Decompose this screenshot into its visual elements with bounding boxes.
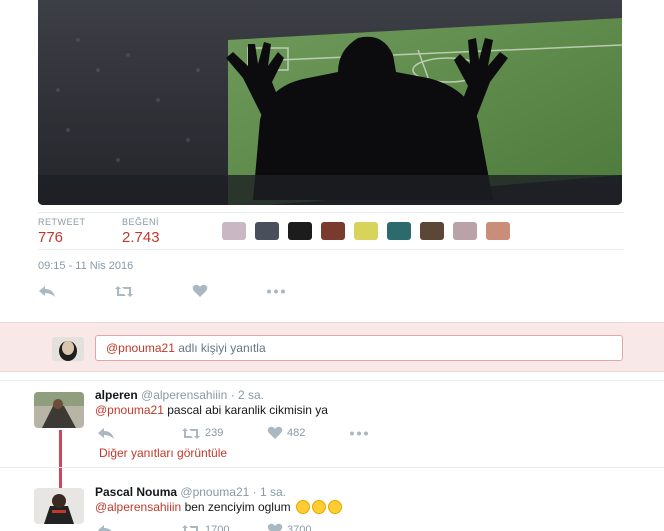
tweet-text: @pnouma21 pascal abi karanlik cikmisin y… [95,403,328,417]
divider [0,467,664,468]
more-button[interactable] [349,431,369,436]
like-stat[interactable]: BEĞENİ 2.743 [122,217,160,246]
tweet-time[interactable]: · 1 sa. [253,485,286,499]
reply-input-placeholder: adlı kişiyi yanıtla [178,341,266,355]
laughing-emoji-icon [327,500,342,514]
tweet-time[interactable]: · 2 sa. [231,388,264,402]
tweet-header: alperen @alperensahiiin · 2 sa. [95,388,264,402]
liker-avatar[interactable] [222,222,246,240]
author-name[interactable]: alperen [95,388,138,402]
like-button[interactable] [192,284,208,298]
like-icon [267,523,283,531]
tweet-text: @alperensahiiin ben zenciyim oglum [95,500,342,514]
tweet-actions [38,284,286,298]
reply-composer: @pnouma21 adlı kişiyi yanıtla [0,322,664,372]
reply-input-mention: @pnouma21 [106,341,175,355]
retweet-count: 239 [205,427,224,439]
current-user-avatar [52,337,84,361]
avatar[interactable] [34,488,84,524]
view-more-replies-link[interactable]: Diğer yanıtları görüntüle [99,446,227,460]
liker-avatar[interactable] [387,222,411,240]
liker-avatar[interactable] [255,222,279,240]
tweet-photo[interactable] [38,0,622,205]
retweet-button[interactable] [114,285,134,298]
like-button[interactable]: 3700 [267,523,349,531]
author-handle[interactable]: @pnouma21 [180,485,249,499]
liker-avatar[interactable] [453,222,477,240]
tweet-body: pascal abi karanlik cikmisin ya [167,403,328,417]
like-count: 2.743 [122,229,160,246]
author-handle[interactable]: @alperensahiiin [141,388,227,402]
liker-avatar[interactable] [354,222,378,240]
laughing-emoji-icon [311,500,326,514]
tweet-actions: 239 482 [97,426,369,440]
reply-icon [98,524,112,531]
liker-avatar[interactable] [288,222,312,240]
tweet-timestamp[interactable]: 09:15 - 11 Nis 2016 [38,260,133,272]
mention-link[interactable]: @pnouma21 [95,403,164,417]
liker-avatar[interactable] [486,222,510,240]
like-count: 3700 [287,524,312,531]
laughing-emoji-icon [295,500,310,514]
author-name[interactable]: Pascal Nouma [95,485,177,499]
retweet-icon [182,524,198,531]
retweet-stat-label: RETWEET [38,217,86,227]
retweet-icon [115,285,133,297]
retweet-icon [182,427,200,439]
tweet-actions: 1700 3700 [97,523,349,531]
liker-avatar[interactable] [321,222,345,240]
reply-button[interactable] [97,524,181,531]
tweet-header: Pascal Nouma @pnouma21 · 1 sa. [95,485,286,499]
tweet-body: ben zenciyim oglum [184,500,291,514]
liker-avatars [222,222,510,240]
retweet-count: 776 [38,229,64,246]
more-icon [267,289,285,293]
mention-link[interactable]: @alperensahiiin [95,500,181,514]
tweet-stats-bar: RETWEET 776 BEĞENİ 2.743 [38,212,624,250]
retweet-button[interactable]: 1700 [181,524,267,531]
reply-icon [39,285,55,297]
like-count: 482 [287,427,306,439]
liker-avatar[interactable] [420,222,444,240]
retweet-count: 1700 [205,524,230,531]
avatar[interactable] [34,392,84,428]
reply-icon [98,427,114,439]
like-stat-label: BEĞENİ [122,217,160,227]
retweet-button[interactable]: 239 [181,427,267,440]
divider [0,380,664,381]
more-icon [350,431,368,435]
reply-button[interactable] [38,285,56,298]
like-button[interactable]: 482 [267,426,349,440]
like-icon [192,284,208,297]
stadium-photo-image [38,0,622,205]
thread-connector [59,430,62,488]
reply-button[interactable] [97,427,181,440]
reply-input[interactable]: @pnouma21 adlı kişiyi yanıtla [95,335,623,361]
like-icon [267,426,283,439]
more-button[interactable] [266,289,286,294]
retweet-stat[interactable]: RETWEET 776 [38,217,86,246]
